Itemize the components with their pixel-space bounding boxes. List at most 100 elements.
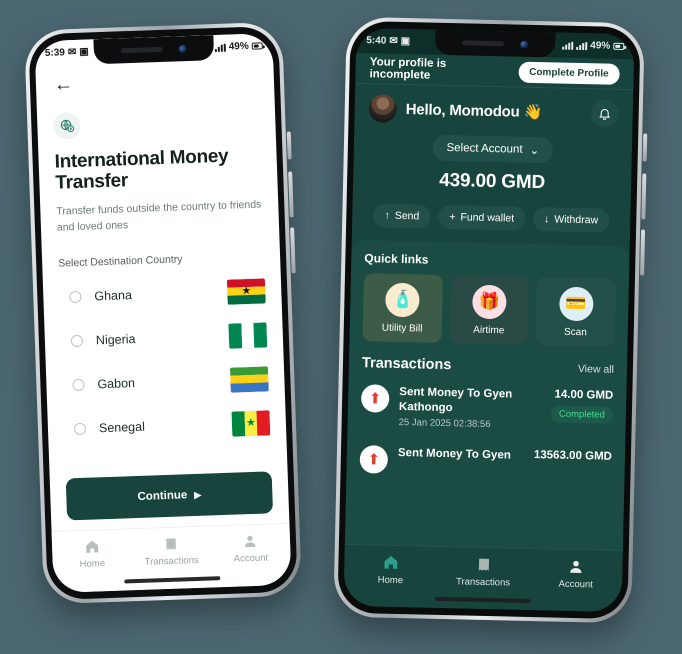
plus-icon: + (449, 211, 456, 224)
nigeria-flag (228, 321, 268, 349)
country-label: Gabon (97, 376, 136, 392)
battery-icon (251, 42, 263, 50)
status-time: 5:39 (44, 47, 66, 59)
tab-label: Transactions (455, 576, 511, 589)
gabon-flag (229, 365, 269, 393)
country-option-ghana[interactable]: Ghana ★ (59, 268, 266, 319)
tab-home[interactable]: Home (52, 537, 132, 571)
tab-account[interactable]: Account (210, 532, 290, 566)
phone-left-volume-down[interactable] (290, 227, 296, 274)
imt-body: ← International Money Transfer Transfer … (35, 58, 287, 467)
continue-area: Continue ▶ (49, 459, 289, 531)
select-account-label: Select Account (446, 141, 523, 156)
account-icon (570, 560, 582, 574)
select-account-dropdown[interactable]: Select Account ⌄ (432, 134, 554, 164)
greeting-text: Hello, Momodou 👋 (405, 101, 543, 122)
home-icon (384, 555, 398, 569)
screenshot-stage: 5:39 ✉ ▣ 49% ← International Money Trans… (0, 0, 682, 654)
page-title: International Money Transfer (54, 145, 229, 194)
phone-left-side-button[interactable] (286, 131, 292, 160)
bottom-nav-left: Home Transactions Account (51, 522, 292, 593)
country-option-senegal[interactable]: Senegal ★ (63, 400, 271, 451)
message-icon: ✉ (67, 46, 77, 59)
withdraw-button[interactable]: ↓ Withdraw (532, 206, 610, 233)
radio-gabon[interactable] (72, 378, 85, 392)
quick-link-airtime[interactable]: 🎁 Airtime (449, 275, 530, 345)
photo-icon: ▣ (400, 35, 411, 48)
country-label: Senegal (98, 419, 146, 436)
radio-nigeria[interactable] (70, 334, 84, 348)
sent-money-icon: ⬆ (359, 445, 389, 475)
tab-account[interactable]: Account (529, 557, 622, 591)
send-label: Send (394, 209, 420, 223)
phone-right-volume-up[interactable] (641, 173, 647, 220)
radio-senegal[interactable] (73, 422, 87, 436)
complete-profile-button[interactable]: Complete Profile (517, 61, 620, 85)
select-country-label: Select Destination Country (58, 253, 183, 270)
battery-icon (613, 42, 625, 50)
country-label: Nigeria (95, 332, 136, 348)
airtime-gift-icon: 🎁 (472, 284, 507, 320)
view-all-link[interactable]: View all (578, 363, 614, 376)
phone-right-volume-down[interactable] (640, 229, 646, 276)
camera-icon (520, 40, 529, 49)
globe-money-icon (52, 111, 81, 140)
phone-right-bezel: 5:40 ✉ ▣ 49% Your profile is incomplete … (337, 20, 641, 620)
phone-left-volume-up[interactable] (288, 171, 294, 218)
arrow-up-icon: ↑ (384, 209, 390, 222)
country-option-nigeria[interactable]: Nigeria (60, 312, 268, 363)
greeting-row: Hello, Momodou 👋 (354, 84, 633, 128)
fund-wallet-button[interactable]: + Fund wallet (438, 204, 526, 231)
chevron-down-icon: ⌄ (529, 144, 540, 158)
tab-transactions[interactable]: Transactions (131, 534, 211, 568)
send-button[interactable]: ↑ Send (373, 203, 431, 229)
battery-percent: 49% (228, 40, 249, 53)
photo-icon: ▣ (79, 46, 89, 58)
tab-home[interactable]: Home (344, 553, 437, 587)
country-label: Ghana (94, 288, 133, 304)
quick-link-label: Scan (563, 326, 587, 339)
quick-link-scan[interactable]: 💳 Scan (535, 277, 616, 347)
transactions-icon (166, 538, 176, 551)
page-subtitle: Transfer funds outside the country to fr… (56, 198, 262, 234)
phone-right-side-button[interactable] (642, 133, 648, 162)
notch (435, 29, 556, 58)
country-option-gabon[interactable]: Gabon (62, 356, 269, 407)
camera-icon (178, 44, 187, 53)
quick-links-title: Quick links (364, 251, 429, 267)
transaction-row[interactable]: ⬆ Sent Money To Gyen 13563.00 GMD (359, 437, 612, 489)
avatar[interactable] (368, 94, 398, 123)
radio-ghana[interactable] (69, 290, 82, 304)
dashboard-screen: 5:40 ✉ ▣ 49% Your profile is incomplete … (343, 27, 635, 613)
message-icon: ✉ (389, 35, 398, 47)
bell-icon[interactable] (590, 99, 620, 128)
ghana-flag: ★ (226, 277, 266, 305)
imt-screen: 5:39 ✉ ▣ 49% ← International Money Trans… (34, 33, 292, 593)
tab-label: Home (79, 558, 106, 571)
quick-link-utility-bill[interactable]: 🧴 Utility Bill (362, 273, 443, 343)
signal-icon (576, 41, 588, 50)
tab-label: Account (233, 552, 269, 565)
scan-card-icon: 💳 (558, 286, 594, 322)
phone-right: 5:40 ✉ ▣ 49% Your profile is incomplete … (333, 16, 648, 624)
utility-bill-icon: 🧴 (385, 282, 421, 318)
tab-transactions[interactable]: Transactions (437, 555, 530, 589)
transaction-row[interactable]: ⬆ Sent Money To Gyen Kathongo 25 Jan 202… (360, 375, 613, 442)
transaction-name: Sent Money To Gyen (397, 447, 511, 462)
status-badge: Completed (550, 405, 614, 424)
withdraw-label: Withdraw (554, 213, 599, 227)
banner-text: Your profile is incomplete (369, 56, 447, 82)
quick-link-label: Airtime (473, 324, 505, 337)
continue-button[interactable]: Continue ▶ (65, 471, 274, 521)
quick-actions: ↑ Send + Fund wallet ↓ Withdraw (352, 203, 630, 233)
speaker-icon (120, 46, 163, 54)
arrow-down-icon: ↓ (543, 213, 550, 226)
transactions-title: Transactions (361, 355, 452, 374)
tab-label: Account (558, 578, 593, 591)
content-sheet: Quick links 🧴 Utility Bill 🎁 Airtime 💳 S… (344, 239, 630, 551)
account-icon (245, 535, 256, 548)
back-icon[interactable]: ← (54, 74, 74, 96)
notch (93, 35, 215, 65)
chevron-right-icon: ▶ (194, 489, 202, 500)
quick-links-row: 🧴 Utility Bill 🎁 Airtime 💳 Scan (362, 273, 616, 347)
